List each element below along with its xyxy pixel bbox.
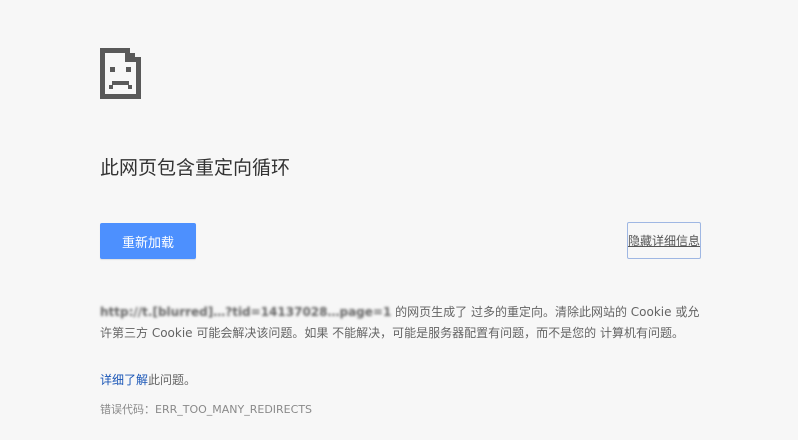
page-title: 此网页包含重定向循环 [100,157,291,179]
hide-details-button[interactable]: 隐藏详细信息 [627,222,701,259]
learn-more-suffix: 此问题。 [148,373,197,387]
error-details-text: http://t.[blurred]…?tid=14137028…page=1 … [100,302,700,344]
learn-more-link[interactable]: 详细了解 [100,373,148,387]
blurred-url: http://t.[blurred]…?tid=14137028…page=1 [100,305,392,319]
learn-more-line: 详细了解此问题。 [100,370,196,390]
error-code: 错误代码：ERR_TOO_MANY_REDIRECTS [100,403,313,416]
sad-page-icon [100,48,141,99]
reload-button[interactable]: 重新加载 [100,223,196,259]
